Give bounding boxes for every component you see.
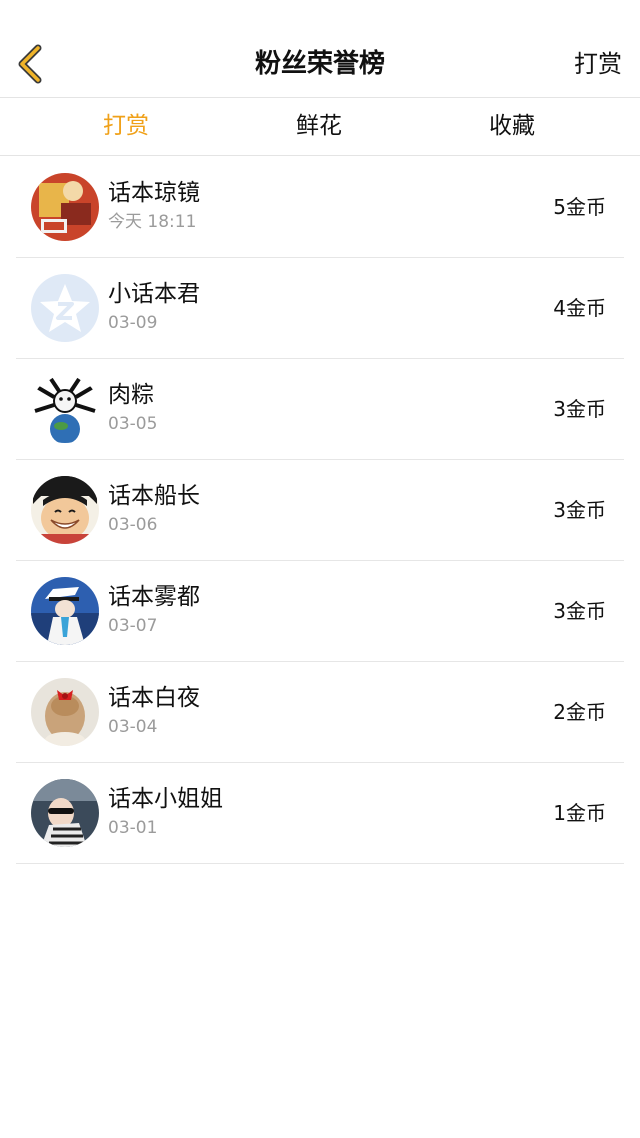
reward-amount: 3金币 <box>553 498 606 522</box>
reward-amount: 3金币 <box>553 397 606 421</box>
list-item[interactable]: 话本雾都 03-07 3金币 <box>16 561 624 662</box>
avatar <box>31 678 99 746</box>
tab-reward[interactable]: 打赏 <box>51 98 201 155</box>
reward-action-button[interactable]: 打赏 <box>574 43 622 85</box>
reward-amount: 3金币 <box>553 599 606 623</box>
reward-date: 03-09 <box>108 313 158 333</box>
reward-date: 03-06 <box>108 515 158 535</box>
fan-ranking-list: 话本琼镜 今天 18:11 5金币 小话本君 03-09 4金币 肉粽 03-0… <box>0 157 640 864</box>
reward-date: 03-05 <box>108 414 158 434</box>
fan-name: 肉粽 <box>108 382 154 408</box>
list-item[interactable]: 话本船长 03-06 3金币 <box>16 460 624 561</box>
list-item[interactable]: 话本小姐姐 03-01 1金币 <box>16 763 624 864</box>
reward-date: 03-01 <box>108 818 158 838</box>
reward-amount: 1金币 <box>553 801 606 825</box>
page-title: 粉丝荣誉榜 <box>254 49 385 79</box>
avatar <box>31 476 99 544</box>
avatar <box>31 274 99 342</box>
list-item[interactable]: 小话本君 03-09 4金币 <box>16 258 624 359</box>
reward-date: 03-07 <box>108 616 158 636</box>
fan-name: 话本琼镜 <box>108 180 200 206</box>
avatar <box>31 577 99 645</box>
tab-bar: 打赏 鲜花 收藏 <box>0 98 640 156</box>
reward-date: 今天 18:11 <box>108 212 197 232</box>
nav-bar: 粉丝荣誉榜 打赏 <box>0 0 640 98</box>
reward-amount: 4金币 <box>553 296 606 320</box>
avatar <box>31 779 99 847</box>
list-item[interactable]: 肉粽 03-05 3金币 <box>16 359 624 460</box>
avatar <box>31 173 99 241</box>
reward-date: 03-04 <box>108 717 158 737</box>
fan-name: 话本小姐姐 <box>108 786 223 812</box>
reward-amount: 2金币 <box>553 700 606 724</box>
list-item[interactable]: 话本琼镜 今天 18:11 5金币 <box>16 157 624 258</box>
avatar <box>31 375 99 443</box>
reward-amount: 5金币 <box>553 195 606 219</box>
list-item[interactable]: 话本白夜 03-04 2金币 <box>16 662 624 763</box>
fan-name: 话本船长 <box>108 483 200 509</box>
fan-name: 话本雾都 <box>108 584 200 610</box>
fan-name: 小话本君 <box>108 281 200 307</box>
tab-flowers[interactable]: 鲜花 <box>244 98 394 155</box>
fan-name: 话本白夜 <box>108 685 200 711</box>
tab-collection[interactable]: 收藏 <box>437 98 587 155</box>
